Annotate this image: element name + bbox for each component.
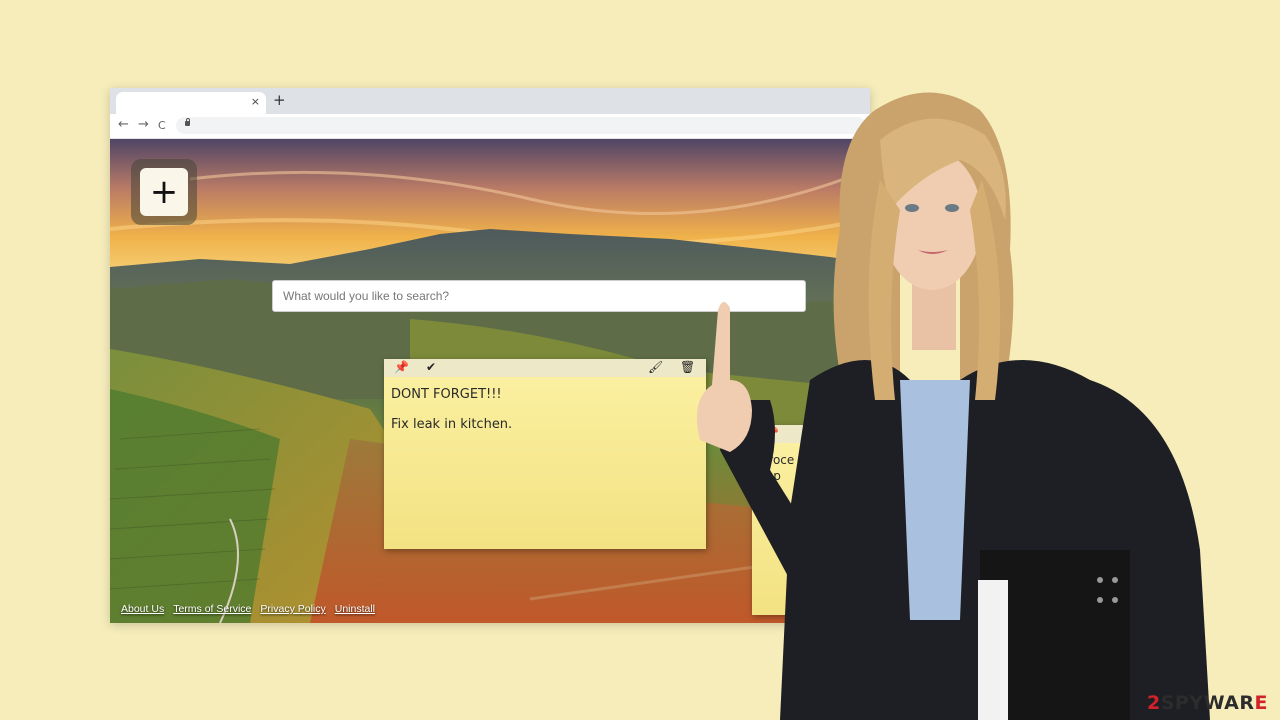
watermark-prefix: 2 [1146,692,1161,714]
terms-of-service-link[interactable]: Terms of Service [173,603,251,615]
footer-links: About Us Terms of Service Privacy Policy… [121,603,375,615]
plus-icon: + [140,168,188,216]
back-icon[interactable]: ← [118,117,129,132]
watermark-suffix: E [1254,692,1268,714]
note-toolbar: 📌 ✔ 🖌 🗑 [384,359,706,377]
note-body: Fix leak in kitchen. [391,417,513,432]
privacy-policy-link[interactable]: Privacy Policy [260,603,325,615]
browser-tab[interactable]: × [116,92,266,114]
reload-icon[interactable]: C [158,119,166,132]
person-image [696,92,1210,720]
new-tab-button[interactable]: + [273,91,286,109]
pin-icon[interactable]: 📌 [394,360,409,374]
uninstall-link[interactable]: Uninstall [335,603,375,615]
add-shortcut-button[interactable]: + [131,159,197,225]
check-icon[interactable]: ✔ [426,360,436,374]
watermark: 2SPYWARE [1147,692,1268,714]
note-title: DONT FORGET!!! [391,387,502,402]
sticky-note[interactable]: 📌 ✔ 🖌 🗑 DONT FORGET!!! Fix leak in kitch… [384,359,706,549]
close-tab-icon[interactable]: × [251,95,260,108]
watermark-mid: SPYWAR [1160,692,1255,714]
lock-icon [185,118,190,126]
forward-icon[interactable]: → [138,117,149,132]
about-us-link[interactable]: About Us [121,603,164,615]
